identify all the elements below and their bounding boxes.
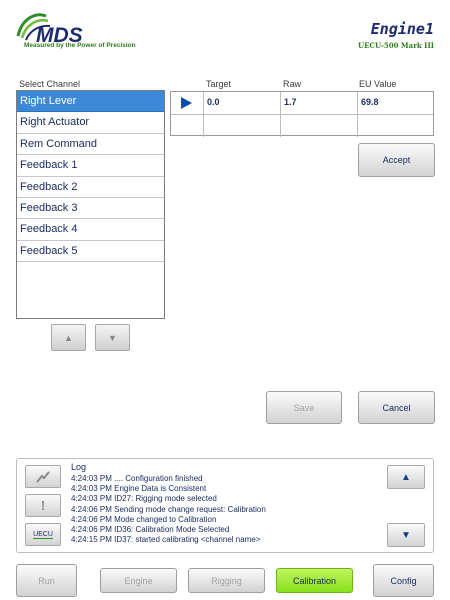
- calibration-table: 0.0 1.7 69.8: [170, 91, 434, 137]
- log-line: 4:24:03 PM ID27: Rigging mode selected: [71, 494, 217, 504]
- nav-engine-button[interactable]: Engine: [100, 568, 177, 593]
- cell-eu-value: [358, 115, 433, 137]
- table-row[interactable]: 0.0 1.7 69.8: [171, 92, 433, 114]
- cell-raw: 1.7: [281, 92, 358, 114]
- log-lines: 4:24:03 PM .... Configuration finished 4…: [71, 474, 266, 545]
- cancel-button[interactable]: Cancel: [358, 391, 435, 424]
- exclamation-icon: !: [40, 498, 46, 513]
- cell-target: [204, 115, 281, 137]
- cell-raw: [281, 115, 358, 137]
- engine-subtitle: UECU-500 Mark III: [357, 41, 434, 50]
- nav-rigging-button[interactable]: Rigging: [188, 568, 265, 593]
- cell-eu-value: 69.8: [361, 97, 379, 107]
- arrow-up-icon: ▲: [64, 332, 73, 343]
- arrow-down-icon: ▼: [108, 332, 117, 343]
- channel-item-rem-command[interactable]: Rem Command: [17, 134, 164, 156]
- channel-list[interactable]: Right Lever Right Actuator Rem Command F…: [16, 90, 165, 319]
- uecu-button-label: UECU: [33, 530, 53, 539]
- log-scroll-down-button[interactable]: ▼: [387, 523, 425, 547]
- channel-item-feedback-5[interactable]: Feedback 5: [17, 241, 164, 263]
- channel-item-feedback-1[interactable]: Feedback 1: [17, 155, 164, 177]
- log-line: 4:24:03 PM Engine Data is Consistent: [71, 484, 207, 494]
- cell-target: 0.0: [204, 92, 281, 114]
- select-channel-label: Select Channel: [19, 79, 81, 89]
- log-line: 4:24:03 PM .... Configuration finished: [71, 474, 203, 483]
- channel-item-feedback-3[interactable]: Feedback 3: [17, 198, 164, 220]
- signal-icon: [36, 470, 50, 483]
- column-header-eu-value: EU Value: [359, 79, 397, 89]
- channel-scroll-down-button[interactable]: ▼: [95, 324, 130, 351]
- row-pointer-cell: [171, 115, 204, 137]
- save-button[interactable]: Save: [266, 391, 342, 424]
- play-triangle-icon: [181, 97, 192, 109]
- column-header-target: Target: [206, 79, 232, 89]
- channel-item-feedback-2[interactable]: Feedback 2: [17, 177, 164, 198]
- nav-run-button[interactable]: Run: [16, 564, 77, 597]
- channel-item-right-lever[interactable]: Right Lever: [17, 91, 164, 113]
- log-line: 4:24:06 PM ID36: Calibration Mode Select…: [71, 525, 230, 535]
- engine-title: Engine1: [370, 20, 434, 38]
- log-uecu-button[interactable]: UECU: [25, 523, 61, 546]
- log-line: 4:24:15 PM ID37: started calibrating <ch…: [71, 535, 261, 545]
- channel-item-feedback-4[interactable]: Feedback 4: [17, 219, 164, 241]
- nav-calibration-button[interactable]: Calibration: [276, 568, 353, 593]
- row-pointer-cell: [171, 92, 204, 114]
- logo-tagline: Measured by the Power of Precision: [24, 42, 136, 49]
- channel-item-right-actuator[interactable]: Right Actuator: [17, 112, 164, 134]
- log-signal-button[interactable]: [25, 465, 61, 488]
- arrow-down-icon: ▼: [401, 529, 411, 541]
- log-title: Log: [71, 462, 87, 472]
- arrow-up-icon: ▲: [401, 471, 411, 483]
- column-header-raw: Raw: [283, 79, 302, 89]
- log-line: 4:24:06 PM Mode changed to Calibration: [71, 514, 217, 524]
- log-alert-button[interactable]: !: [25, 494, 61, 517]
- nav-config-button[interactable]: Config: [373, 564, 434, 597]
- accept-button[interactable]: Accept: [358, 143, 435, 177]
- log-line: 4:24:06 PM Sending mode change request: …: [71, 504, 266, 514]
- channel-scroll-up-button[interactable]: ▲: [51, 324, 86, 351]
- table-row[interactable]: [171, 114, 433, 137]
- log-scroll-up-button[interactable]: ▲: [387, 465, 425, 489]
